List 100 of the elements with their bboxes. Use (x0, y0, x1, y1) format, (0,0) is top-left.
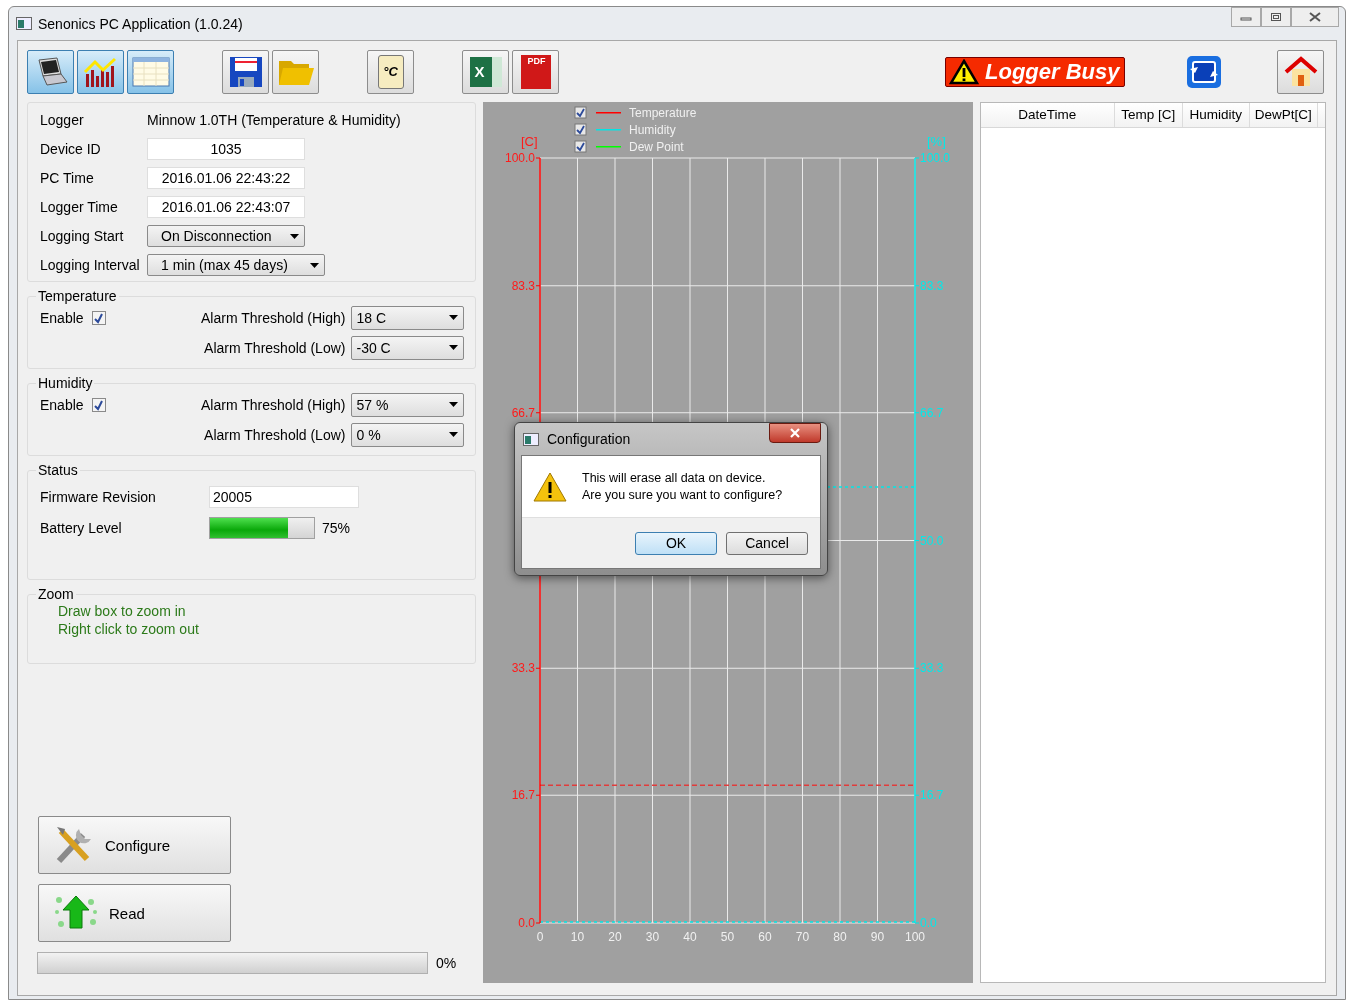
close-button[interactable] (769, 423, 821, 443)
caret-icon (449, 345, 459, 350)
warning-icon (532, 470, 568, 503)
x-tick-label: 20 (608, 930, 622, 944)
field-label: Logging Start (40, 228, 125, 244)
threshold-label: Alarm Threshold (Low) (204, 340, 346, 356)
configure-button[interactable]: Configure (38, 816, 231, 874)
laptop-button[interactable] (27, 50, 74, 94)
refresh-icon[interactable] (1186, 55, 1222, 89)
busy-status-text: Logger Busy (985, 59, 1120, 85)
maximize-button[interactable] (1261, 7, 1291, 27)
x-tick-label: 0 (536, 930, 544, 944)
legend-label: Humidity (628, 123, 676, 137)
column-header[interactable]: DateTime (980, 103, 1115, 127)
app-icon (523, 432, 539, 446)
dropdown[interactable]: 57 % (351, 393, 465, 417)
progress-reading: 0% (436, 955, 457, 971)
caret-icon (310, 263, 319, 268)
legend-checkbox[interactable] (574, 140, 587, 153)
y-tick-label: 100.0 (504, 151, 535, 165)
group-title: Humidity (37, 375, 94, 391)
threshold-label: Alarm Threshold (High) (201, 397, 346, 413)
caret-icon (449, 432, 459, 437)
dropdown[interactable]: 18 C (351, 306, 465, 330)
field-label: Logger (40, 112, 85, 128)
y-tick-label: 0.0 (919, 916, 937, 930)
x-tick-label: 60 (758, 930, 772, 944)
dialog-title: Configuration (547, 431, 631, 447)
checkbox[interactable] (91, 311, 106, 325)
pdf-button[interactable]: PDF (512, 50, 559, 94)
save-button[interactable] (222, 50, 269, 94)
thermometer-scroll-icon: °C (377, 55, 404, 89)
table-icon (131, 56, 170, 88)
y-tick-label: 66.7 (919, 405, 944, 420)
x-tick-label: 90 (870, 930, 884, 944)
left-axis-label: [C] (520, 134, 538, 149)
input-field[interactable]: 20005 (209, 486, 359, 508)
chart-button[interactable] (77, 50, 124, 94)
close-icon (1308, 12, 1322, 22)
input-field[interactable]: 1035 (147, 138, 305, 160)
spreadsheet-icon: X (469, 57, 502, 87)
caret-icon (290, 234, 299, 239)
group-title: Zoom (37, 586, 75, 602)
threshold-label: Alarm Threshold (High) (201, 310, 346, 326)
group-title: Status (37, 462, 79, 478)
checkbox-label: Enable (40, 310, 84, 326)
close-icon (789, 428, 801, 438)
dropdown[interactable]: 0 % (351, 423, 465, 447)
y-tick-label: 100.0 (919, 151, 950, 165)
checkbox[interactable] (91, 398, 106, 412)
legend-checkbox[interactable] (574, 106, 587, 119)
y-tick-label: 33.3 (511, 661, 535, 676)
y-tick-label: 16.7 (919, 788, 944, 803)
x-tick-label: 40 (683, 930, 697, 944)
unit-button[interactable]: °C (367, 50, 414, 94)
x-tick-label: 50 (720, 930, 734, 944)
dialog-message: This will erase all data on device. (582, 469, 767, 487)
input-field[interactable]: 2016.01.06 22:43:22 (147, 167, 305, 189)
threshold-label: Alarm Threshold (Low) (204, 427, 346, 443)
field-label: Logging Interval (40, 257, 141, 273)
y-tick-label: 50.0 (919, 533, 944, 548)
legend-label: Temperature (628, 106, 697, 120)
dialog-message: Are you sure you want to configure? (582, 486, 783, 504)
home-button[interactable] (1277, 50, 1324, 94)
battery-reading: 75% (322, 520, 351, 536)
y-tick-label: 0.0 (518, 916, 535, 930)
pdf-icon: PDF (520, 55, 551, 89)
logger-model-text: Minnow 1.0TH (Temperature & Humidity) (147, 112, 401, 128)
window-title: Senonics PC Application (1.0.24) (38, 15, 243, 32)
legend-label: Dew Point (628, 140, 684, 154)
warning-icon (949, 59, 979, 85)
right-axis-label: [%] (926, 134, 946, 149)
legend-checkbox[interactable] (574, 123, 587, 136)
excel-button[interactable]: X (462, 50, 509, 94)
column-header[interactable]: DewPt[C] (1249, 103, 1318, 127)
y-tick-label: 83.3 (919, 278, 944, 293)
field-label: Logger Time (40, 199, 119, 215)
x-tick-label: 70 (795, 930, 809, 944)
y-tick-label: 33.3 (919, 661, 944, 676)
dropdown[interactable]: On Disconnection (147, 225, 305, 247)
column-header[interactable]: Temp [C] (1114, 103, 1183, 127)
dropdown[interactable]: 1 min (max 45 days) (147, 254, 325, 276)
zoom-hint: Draw box to zoom in (57, 602, 187, 620)
input-field[interactable]: 2016.01.06 22:43:07 (147, 196, 305, 218)
close-button[interactable] (1291, 7, 1339, 27)
cancel-button[interactable]: Cancel (726, 531, 808, 555)
dropdown[interactable]: -30 C (351, 336, 465, 360)
field-label: Device ID (40, 141, 102, 157)
house-icon (1282, 55, 1319, 89)
caret-icon (449, 402, 459, 407)
group-title: Temperature (37, 288, 118, 304)
y-tick-label: 16.7 (511, 788, 535, 803)
read-button[interactable]: Read (38, 884, 231, 942)
zoom-hint: Right click to zoom out (57, 620, 200, 638)
field-label: Battery Level (40, 520, 123, 536)
table-button[interactable] (127, 50, 174, 94)
ok-button[interactable]: OK (635, 531, 717, 555)
x-tick-label: 100 (904, 930, 925, 944)
column-header[interactable]: Humidity (1182, 103, 1250, 127)
checkbox-label: Enable (40, 397, 84, 413)
